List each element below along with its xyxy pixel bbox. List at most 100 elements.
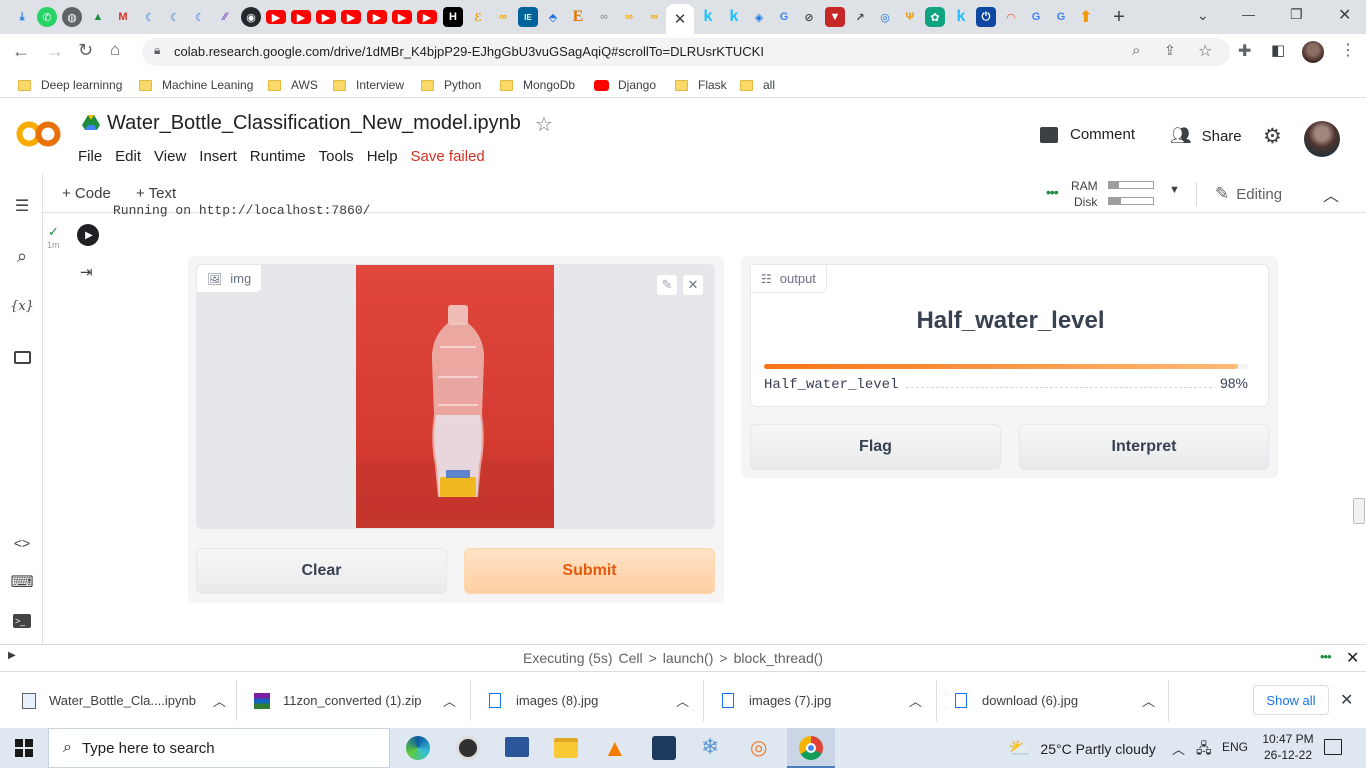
bookmark-flask[interactable]: Flask [675, 76, 727, 94]
run-cell-button[interactable]: ▶ [77, 224, 99, 246]
download-options-chevron-icon[interactable]: ︿ [443, 691, 456, 710]
variables-icon[interactable]: {x} [10, 296, 34, 316]
tab-youtube-icon[interactable]: ▶ [367, 10, 387, 24]
tab-download-icon[interactable]: ⤓ [12, 7, 32, 27]
tab-slash-icon[interactable]: ∕∕ [215, 7, 235, 27]
tab-e-icon[interactable]: E [568, 7, 588, 27]
side-panel-icon[interactable]: ◧ [1271, 41, 1285, 59]
tab-swirl-icon[interactable]: ◠ [1001, 7, 1021, 27]
search-icon[interactable]: ⌕ [12, 246, 32, 266]
tab-moon-icon[interactable]: ☾ [165, 7, 185, 27]
submit-button[interactable]: Submit [464, 548, 715, 594]
menu-help[interactable]: Help [367, 148, 398, 165]
status-more-icon[interactable]: ••• [1320, 649, 1332, 664]
tab-google-icon[interactable]: G [774, 7, 794, 27]
back-icon[interactable]: ← [12, 41, 30, 62]
extensions-icon[interactable]: ✚ [1238, 41, 1251, 61]
tab-youtube-icon[interactable]: ▶ [392, 10, 412, 24]
downloads-close-icon[interactable]: ✕ [1340, 690, 1353, 710]
tab-news-icon[interactable]: H [443, 7, 463, 27]
table-of-contents-icon[interactable]: ☰ [12, 196, 32, 216]
pycharm-icon[interactable] [652, 736, 676, 760]
clear-button[interactable]: Clear [196, 548, 447, 594]
save-status[interactable]: Save failed [411, 148, 485, 165]
obs-icon[interactable] [456, 736, 480, 760]
scrollbar-thumb[interactable] [1353, 498, 1365, 524]
menu-edit[interactable]: Edit [115, 148, 141, 165]
star-icon[interactable]: ☆ [535, 112, 553, 137]
tab-hat-icon[interactable]: ⬘ [543, 7, 563, 27]
tab-moon-icon[interactable]: ☾ [140, 7, 160, 27]
tab-code-icon[interactable]: ◈ [749, 7, 769, 27]
menu-file[interactable]: File [78, 148, 102, 165]
code-snippets-icon[interactable]: <> [12, 533, 32, 553]
share-button[interactable]: 👥︎ Share [1170, 126, 1242, 146]
chrome-icon[interactable] [787, 728, 835, 768]
tab-kaggle-icon[interactable]: k [724, 7, 744, 27]
share-page-icon[interactable]: ⇪ [1164, 42, 1176, 59]
add-code-button[interactable]: + Code [62, 185, 111, 202]
tab-kaggle-icon[interactable]: k [698, 7, 718, 27]
clear-image-button[interactable]: ✕ [682, 274, 704, 296]
bookmark-deep-learning[interactable]: Deep learninng [18, 76, 122, 94]
resources-dropdown-icon[interactable]: ▼ [1169, 184, 1180, 196]
file-explorer-icon[interactable] [554, 738, 578, 758]
download-item[interactable]: Water_Bottle_Cla....ipynb ︿ [22, 672, 226, 729]
tab-chart-icon[interactable]: ↗ [850, 7, 870, 27]
add-text-button[interactable]: + Text [136, 185, 176, 202]
tab-openai-icon[interactable]: ⊘ [799, 7, 819, 27]
tab-gmail-icon[interactable]: M [113, 7, 133, 27]
tab-upload-icon[interactable]: ⬆ [1076, 7, 1096, 27]
language-indicator[interactable]: ENG [1222, 740, 1248, 754]
tab-colab-icon[interactable]: ∞ [619, 7, 639, 27]
home-icon[interactable]: ⌂ [110, 40, 120, 60]
browser-menu-icon[interactable]: ⋮ [1340, 40, 1356, 60]
comment-button[interactable]: Comment [1040, 126, 1135, 143]
remote-desktop-icon[interactable] [505, 737, 529, 757]
show-all-button[interactable]: Show all [1253, 685, 1329, 715]
download-options-chevron-icon[interactable]: ︿ [213, 691, 226, 710]
tab-youtube-icon[interactable]: ▶ [266, 10, 286, 24]
bookmark-aws[interactable]: AWS [268, 76, 318, 94]
collapse-header-icon[interactable]: ︿ [1323, 182, 1339, 206]
notebook-title[interactable]: Water_Bottle_Classification_New_model.ip… [107, 112, 521, 135]
download-options-chevron-icon[interactable]: ︿ [676, 691, 689, 710]
omnibox[interactable]: 🔒︎ colab.research.google.com/drive/1dMBr… [142, 38, 1230, 66]
bookmark-python[interactable]: Python [421, 76, 481, 94]
tab-github-icon[interactable]: ◉ [241, 7, 261, 27]
tab-colab-icon[interactable]: ∞ [644, 7, 664, 27]
snowflake-app-icon[interactable]: ❄ [701, 734, 719, 760]
tab-whatsapp-icon[interactable]: ✆ [37, 7, 57, 27]
clock-time[interactable]: 10:47 PM [1258, 732, 1318, 746]
tab-kaggle-icon[interactable]: k [951, 7, 971, 27]
bookmark-django[interactable]: Django [594, 76, 656, 94]
tray-overflow-icon[interactable]: ︿ [1172, 739, 1185, 758]
bookmark-interview[interactable]: Interview [333, 76, 404, 94]
tab-drive-icon[interactable]: ▲ [88, 7, 108, 27]
interpret-button[interactable]: Interpret [1019, 424, 1269, 470]
bookmark-machine-learning[interactable]: Machine Leaning [139, 76, 253, 94]
tab-colab-icon[interactable]: ∞ [493, 7, 513, 27]
menu-tools[interactable]: Tools [319, 148, 354, 165]
bookmark-mongodb[interactable]: MongoDb [500, 76, 575, 94]
tab-youtube-icon[interactable]: ▶ [291, 10, 311, 24]
profile-avatar[interactable] [1302, 41, 1324, 63]
weather-widget[interactable]: ⛅ 25°C Partly cloudy [1008, 738, 1156, 759]
status-close-icon[interactable]: ✕ [1346, 648, 1359, 668]
account-avatar[interactable] [1304, 121, 1340, 157]
download-item[interactable]: download (6).jpg ︿ [955, 672, 1155, 729]
files-folder-icon[interactable] [12, 347, 32, 367]
vlc-icon[interactable]: ▲ [603, 735, 627, 763]
download-item[interactable]: 11zon_converted (1).zip ︿ [254, 672, 456, 729]
tab-youtube-icon[interactable]: ▶ [341, 10, 361, 24]
reload-icon[interactable]: ↻ [78, 40, 93, 61]
new-tab-icon[interactable]: + [1109, 6, 1129, 28]
edge-icon[interactable] [406, 736, 430, 760]
download-options-chevron-icon[interactable]: ︿ [1142, 691, 1155, 710]
tab-ieee-icon[interactable]: IE [518, 7, 538, 27]
tab-youtube-icon[interactable]: ▶ [417, 10, 437, 24]
menu-runtime[interactable]: Runtime [250, 148, 306, 165]
tab-search-chevron-icon[interactable]: ⌄ [1197, 7, 1209, 24]
colab-logo[interactable] [16, 120, 62, 148]
bookmark-all[interactable]: all [740, 76, 775, 94]
